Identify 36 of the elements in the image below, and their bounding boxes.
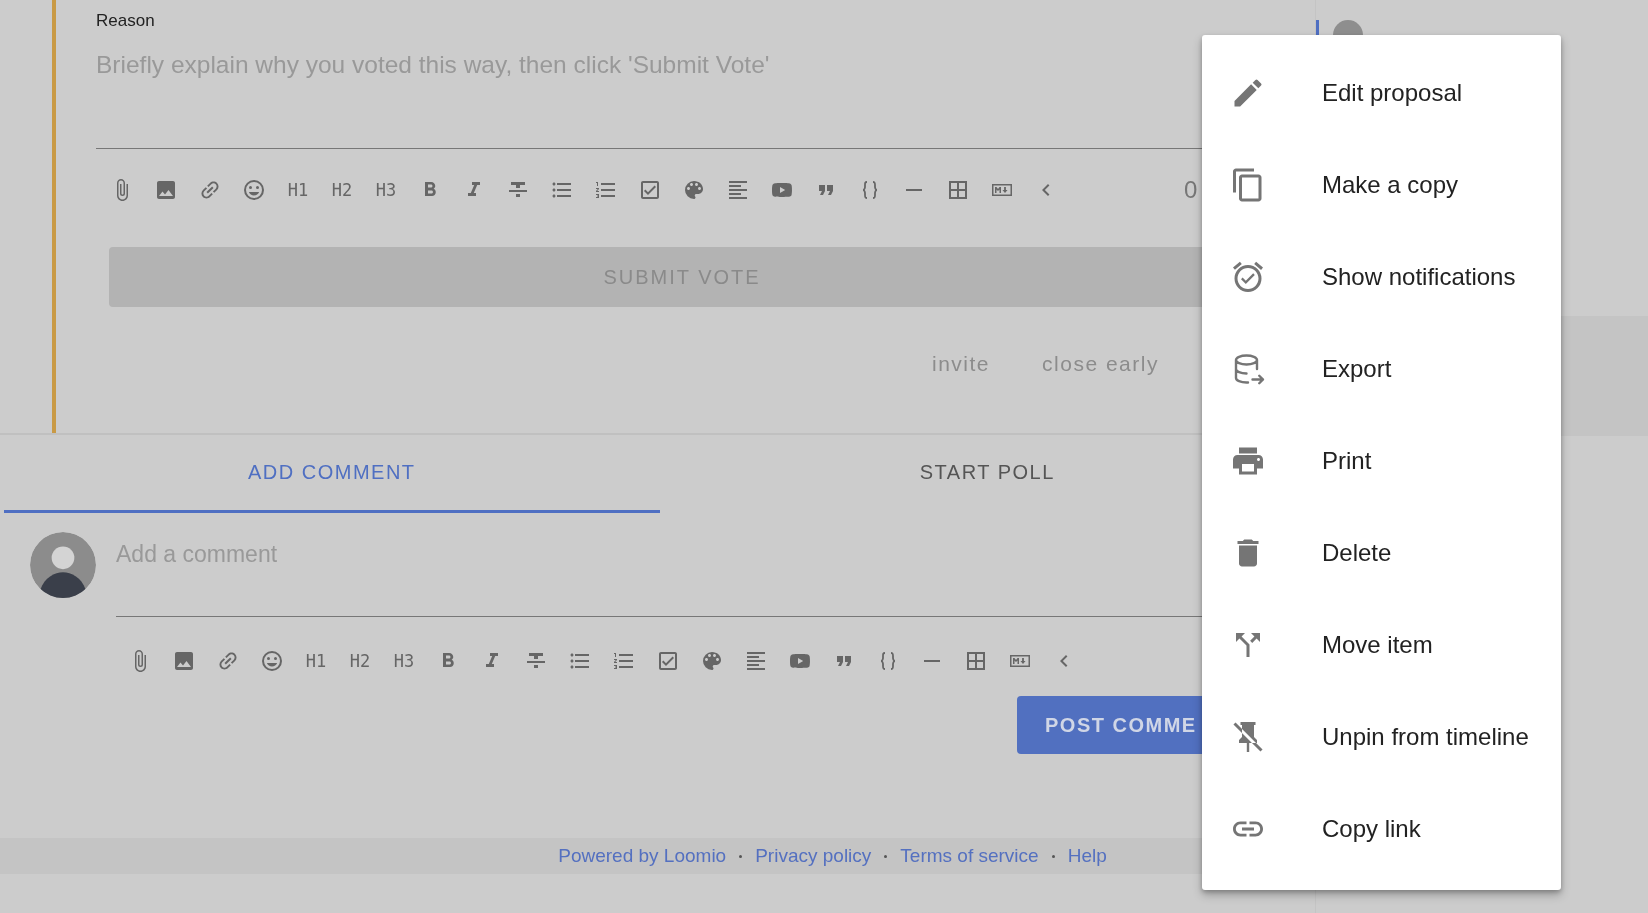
table-icon[interactable] — [964, 649, 988, 673]
heading-button[interactable]: H2 — [330, 180, 354, 200]
separator-dot — [884, 854, 888, 858]
palette-icon[interactable] — [682, 178, 706, 202]
footer-link[interactable]: Privacy policy — [755, 845, 872, 867]
menu-item[interactable]: Export — [1202, 323, 1561, 415]
heading-button[interactable]: H3 — [392, 651, 416, 671]
align-left-icon[interactable] — [744, 649, 768, 673]
emoji-icon[interactable] — [260, 649, 284, 673]
heading-button[interactable]: H1 — [304, 651, 328, 671]
heading-button[interactable]: H3 — [374, 180, 398, 200]
heading-button[interactable]: H2 — [348, 651, 372, 671]
image-icon[interactable] — [154, 178, 178, 202]
character-count: 0 — [1184, 176, 1198, 204]
checkbox-icon[interactable] — [656, 649, 680, 673]
action-link[interactable]: invite — [928, 348, 995, 380]
palette-icon[interactable] — [700, 649, 724, 673]
footer-link[interactable]: Powered by Loomio — [558, 845, 727, 867]
menu-item[interactable]: Copy link — [1202, 783, 1561, 875]
avatar — [30, 532, 96, 598]
image-icon[interactable] — [172, 649, 196, 673]
emoji-icon[interactable] — [242, 178, 266, 202]
heading-button[interactable]: H1 — [286, 180, 310, 200]
align-left-icon[interactable] — [726, 178, 750, 202]
action-link[interactable]: close early — [1038, 348, 1163, 380]
separator-dot — [739, 854, 743, 858]
link-icon[interactable] — [198, 178, 222, 202]
field-label: Reason — [96, 11, 155, 31]
alarm-clock-icon — [1230, 259, 1266, 295]
checkbox-icon[interactable] — [638, 178, 662, 202]
table-icon[interactable] — [946, 178, 970, 202]
link-icon[interactable] — [216, 649, 240, 673]
tab[interactable]: ADD COMMENT — [4, 435, 660, 513]
footer-link[interactable]: Terms of service — [900, 845, 1039, 867]
separator-dot — [1051, 854, 1055, 858]
footer-link[interactable]: Help — [1067, 845, 1107, 867]
